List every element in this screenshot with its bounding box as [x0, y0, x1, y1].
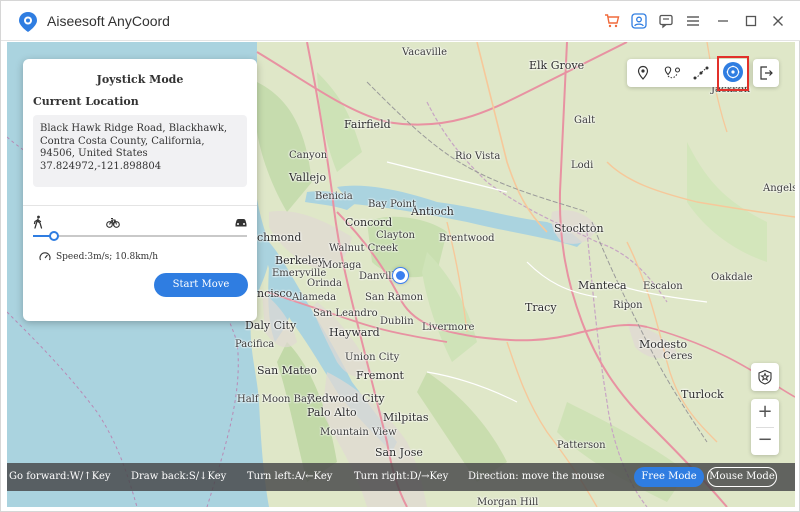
app-window: Aiseesoft AnyCoord Vacaville Elk Grove F…: [0, 0, 800, 512]
exit-icon: [760, 66, 773, 80]
hint-forward: Go forward:W/↑Key: [9, 471, 111, 482]
map-label: Mountain View: [320, 427, 397, 438]
coordinates-text: 37.824972,-121.898804: [40, 160, 162, 172]
map-label: San Mateo: [257, 364, 318, 377]
map-label: Livermore: [422, 322, 475, 333]
map-label: Benicia: [315, 191, 353, 202]
hint-direction: Direction: move the mouse: [468, 471, 605, 482]
location-pin-icon: [637, 65, 649, 80]
map-label: Redwood City: [307, 392, 385, 405]
map-label: Galt: [574, 115, 596, 126]
map-label: Vallejo: [289, 171, 327, 184]
start-move-button[interactable]: Start Move: [154, 273, 248, 297]
car-icon[interactable]: [234, 215, 248, 229]
joystick-mode-highlight: [717, 56, 749, 91]
map-label: Modesto: [639, 338, 688, 351]
map-label: Milpitas: [383, 411, 429, 424]
map-label: Ripon: [613, 300, 643, 311]
map-label: Patterson: [557, 440, 606, 451]
multi-stop-route-icon: [693, 66, 709, 80]
map-label: Canyon: [289, 150, 328, 161]
speedometer-icon: [39, 252, 51, 261]
map-label: Dublin: [380, 316, 414, 327]
close-icon[interactable]: [769, 12, 787, 30]
one-stop-route-icon: [664, 66, 681, 79]
map-label: Clayton: [376, 230, 415, 241]
map-label: Angels Ca: [763, 183, 795, 194]
user-icon[interactable]: [630, 12, 648, 30]
map-label: Ceres: [663, 351, 693, 362]
map-label: Concord: [345, 216, 393, 229]
hint-right: Turn right:D/→Key: [354, 471, 449, 482]
zoom-in-button[interactable]: +: [751, 399, 779, 427]
title-bar: Aiseesoft AnyCoord: [1, 1, 800, 41]
hint-back: Draw back:S/↓Key: [131, 471, 227, 482]
map-label: Moraga: [322, 260, 362, 271]
zoom-out-button[interactable]: −: [751, 427, 779, 455]
map-label: Elk Grove: [529, 59, 585, 72]
map-label: Hayward: [329, 326, 380, 339]
menu-icon[interactable]: [684, 12, 702, 30]
joystick-panel: Joystick Mode Current Location Black Haw…: [23, 59, 257, 321]
free-mode-button[interactable]: Free Mode: [634, 467, 704, 487]
multi-stop-mode-button[interactable]: [691, 63, 711, 83]
map-label: San Leandro: [313, 308, 378, 319]
map-label: San Jose: [375, 446, 423, 459]
map-label: Daly City: [245, 319, 297, 332]
current-location-marker[interactable]: [393, 268, 408, 283]
map-label: Rio Vista: [455, 151, 501, 162]
speed-slider-track[interactable]: [33, 235, 247, 237]
panel-title: Joystick Mode: [96, 73, 184, 86]
hint-left: Turn left:A/←Key: [247, 471, 333, 482]
cart-icon[interactable]: [603, 12, 621, 30]
app-title: Aiseesoft AnyCoord: [47, 13, 170, 29]
maximize-icon[interactable]: [742, 12, 760, 30]
map-label: San Ramon: [365, 292, 424, 303]
map-label: Fremont: [356, 369, 404, 382]
feedback-icon[interactable]: [657, 12, 675, 30]
panel-divider: [23, 205, 257, 206]
map-label: Vacaville: [402, 47, 447, 58]
map-label: Escalon: [643, 281, 683, 292]
map-label: Pacifica: [235, 339, 275, 350]
speed-slider-handle[interactable]: [49, 231, 60, 241]
map-label: Berkeley: [275, 254, 325, 267]
one-stop-mode-button[interactable]: [662, 63, 682, 83]
map-label: Tracy: [525, 301, 557, 314]
map-label: ncisco: [257, 287, 293, 300]
map-label: chmond: [257, 231, 302, 244]
current-location-label: Current Location: [33, 95, 139, 108]
minimize-icon[interactable]: [714, 12, 732, 30]
zoom-controls: + −: [751, 399, 779, 455]
favorite-star-icon: [758, 369, 772, 385]
app-logo-icon: [19, 12, 37, 32]
speed-text: Speed:3m/s; 10.8km/h: [56, 252, 159, 262]
map-label: Manteca: [578, 279, 627, 292]
map-label: Fairfield: [344, 118, 391, 131]
map-label: Walnut Creek: [329, 243, 398, 254]
map-label: Union City: [345, 352, 400, 363]
map-label: Half Moon Bay: [237, 394, 313, 405]
teleport-mode-button[interactable]: [633, 63, 653, 83]
map-label: Orinda: [307, 278, 342, 289]
map-label: Bay Point: [368, 199, 417, 210]
address-box: Black Hawk Ridge Road, Blackhawk, Contra…: [33, 115, 247, 187]
map-label: Alameda: [292, 292, 337, 303]
map-label: Oakdale: [711, 272, 753, 283]
map-label: Brentwood: [439, 233, 495, 244]
map-label: Antioch: [411, 205, 454, 218]
walk-icon[interactable]: [31, 215, 45, 229]
map-label: Morgan Hill: [477, 497, 539, 507]
address-text: Black Hawk Ridge Road, Blackhawk, Contra…: [40, 123, 228, 159]
favorites-button[interactable]: [751, 363, 779, 391]
exit-button[interactable]: [753, 59, 779, 87]
map-label: Stockton: [554, 222, 604, 235]
map-label: Lodi: [571, 160, 594, 171]
mouse-mode-button[interactable]: Mouse Mode: [707, 467, 777, 487]
map-label: Palo Alto: [307, 406, 357, 419]
map-label: Turlock: [681, 388, 724, 401]
bike-icon[interactable]: [106, 215, 120, 229]
